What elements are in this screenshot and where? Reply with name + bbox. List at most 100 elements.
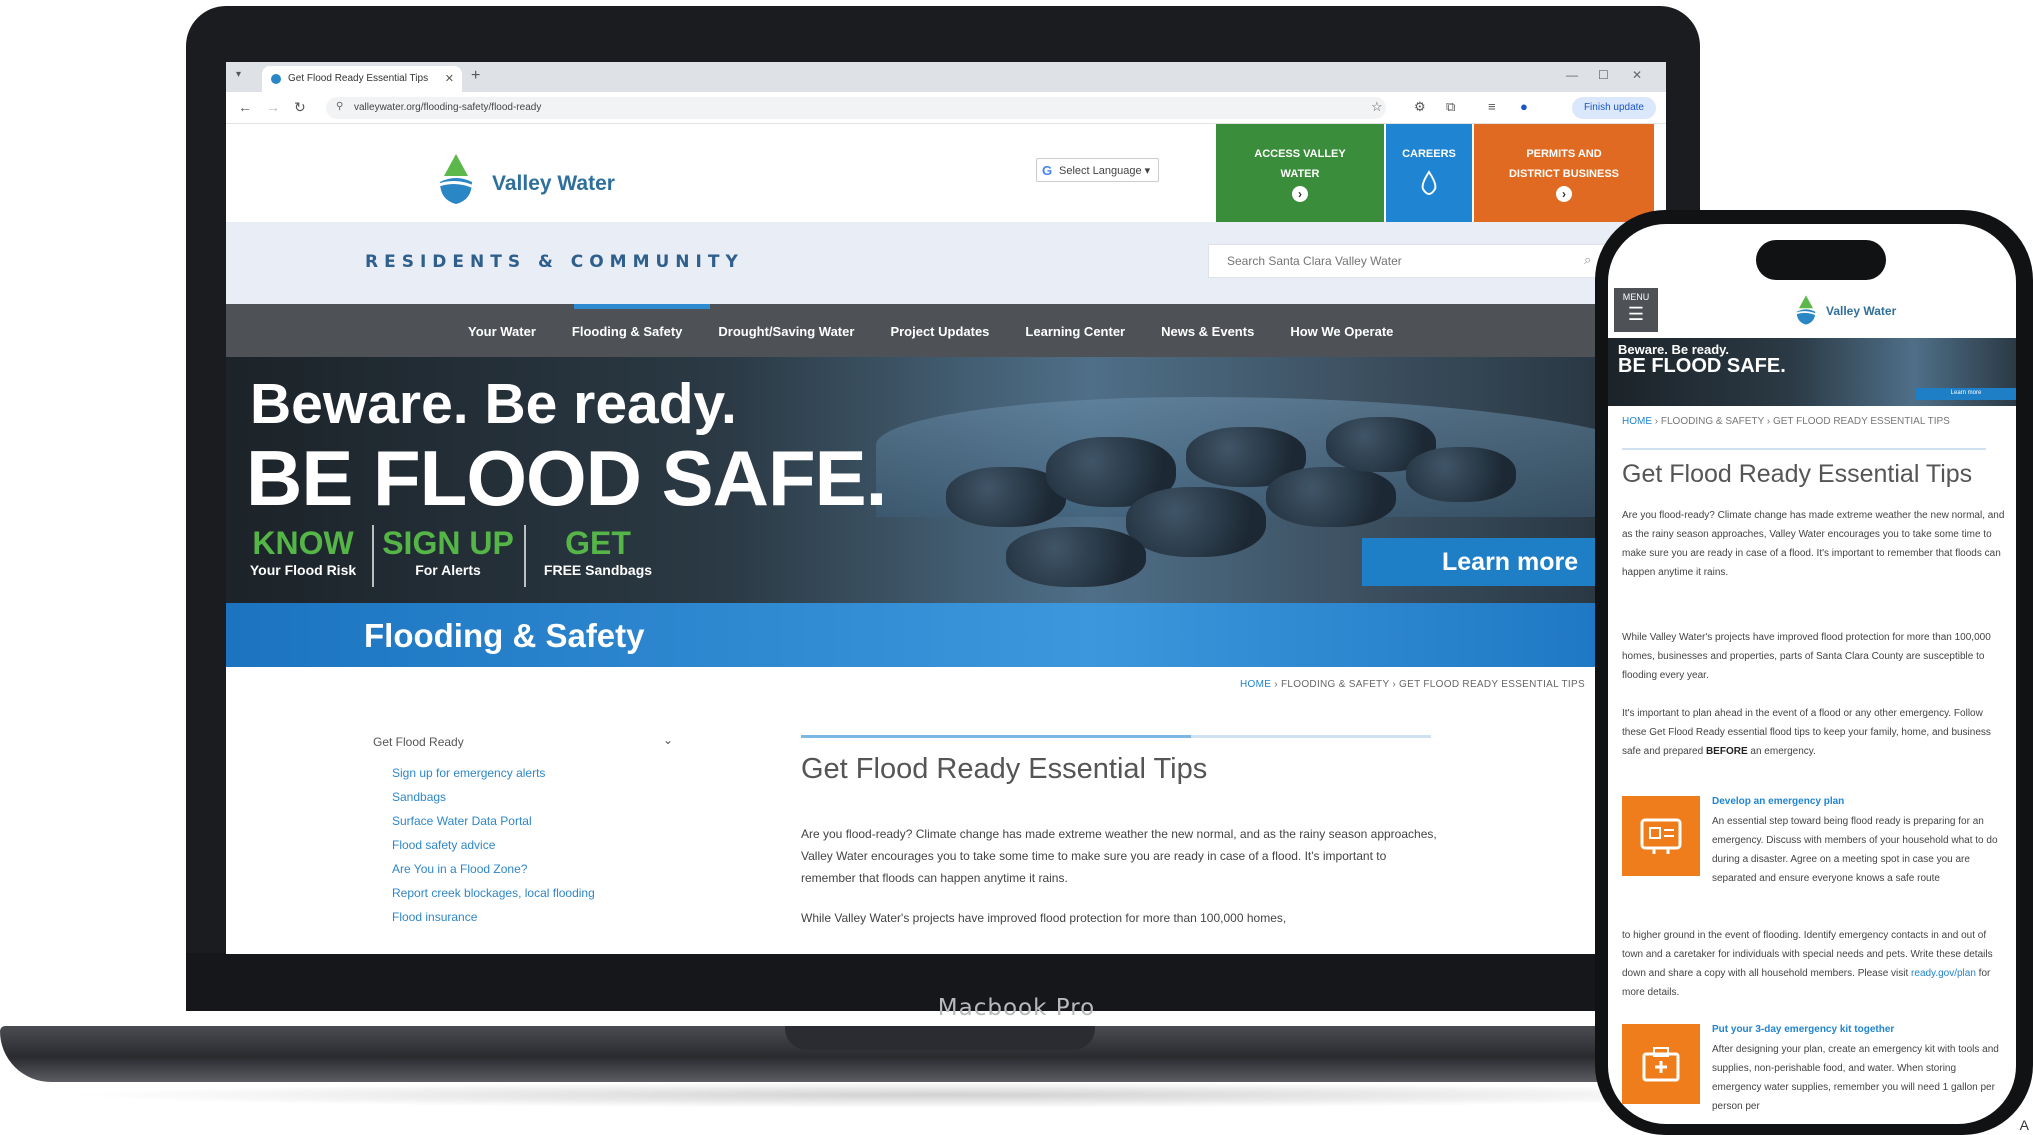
sidebar-heading[interactable]: Get Flood Ready ⌄ — [373, 733, 673, 749]
water-drop-icon — [1421, 170, 1437, 196]
nav-learning-center[interactable]: Learning Center — [1025, 324, 1125, 339]
sidebar-link[interactable]: Flood insurance — [392, 905, 595, 929]
learn-more-button[interactable]: Learn more — [1916, 388, 2016, 400]
puzzle-icon[interactable]: ⧉ — [1446, 99, 1455, 115]
arrow-circle-icon: › — [1292, 186, 1308, 202]
composite-mockup: Macbook Pro ▾ Get Flood Ready Essential … — [0, 0, 2033, 1135]
close-icon[interactable]: ✕ — [445, 72, 454, 85]
language-label: Select Language — [1059, 165, 1142, 177]
page-title: Get Flood Ready Essential Tips — [1622, 460, 1973, 488]
cta-small: Your Flood Risk — [249, 562, 357, 578]
step-title-link[interactable]: Develop an emergency plan — [1712, 796, 1844, 807]
browser-tab[interactable]: Get Flood Ready Essential Tips ✕ — [262, 66, 462, 92]
permits-button[interactable]: PERMITS AND DISTRICT BUSINESS › — [1474, 124, 1654, 222]
cta-big: KNOW — [252, 525, 354, 561]
cta-big: GET — [565, 525, 631, 561]
browser-toolbar: ← → ↻ ⚲ valleywater.org/flooding-safety/… — [226, 92, 1666, 124]
step-body: An essential step toward being flood rea… — [1712, 816, 1998, 884]
button-label: WATER — [1280, 168, 1320, 180]
new-tab-icon[interactable]: + — [471, 67, 480, 85]
hero-cta-know[interactable]: KNOW Your Flood Risk — [248, 525, 358, 578]
site-info-icon[interactable]: ⚲ — [336, 101, 343, 112]
button-label: DISTRICT BUSINESS — [1508, 168, 1619, 180]
mobile-hero-banner[interactable]: Beware. Be ready. BE FLOOD SAFE. Learn m… — [1608, 338, 2016, 406]
step-title-link[interactable]: Put your 3-day emergency kit together — [1712, 1024, 1894, 1035]
nav-news-events[interactable]: News & Events — [1161, 324, 1254, 339]
body-paragraph: While Valley Water's projects have impro… — [1622, 632, 1991, 681]
sidebar-links: Sign up for emergency alerts Sandbags Su… — [392, 761, 595, 929]
nav-project-updates[interactable]: Project Updates — [890, 324, 989, 339]
cta-divider — [524, 525, 526, 587]
media-icon[interactable]: ≡ — [1488, 99, 1496, 114]
address-bar[interactable]: ⚲ valleywater.org/flooding-safety/flood-… — [326, 97, 1386, 119]
nav-your-water[interactable]: Your Water — [468, 324, 536, 339]
careers-button[interactable]: CAREERS — [1386, 124, 1472, 222]
nav-how-we-operate[interactable]: How We Operate — [1290, 324, 1393, 339]
button-label: ACCESS VALLEY — [1254, 148, 1346, 160]
learn-more-button[interactable]: Learn more — [1362, 538, 1602, 586]
search-input[interactable] — [1208, 244, 1628, 278]
breadcrumb-home[interactable]: HOME — [1622, 416, 1652, 427]
maximize-icon[interactable]: ☐ — [1598, 68, 1609, 82]
hero-cta-get[interactable]: GET FREE Sandbags — [538, 525, 658, 578]
profile-icon[interactable]: ● — [1520, 99, 1528, 114]
back-icon[interactable]: ← — [238, 99, 252, 115]
extension-icon[interactable]: ⚙ — [1414, 99, 1426, 115]
tab-title: Get Flood Ready Essential Tips — [288, 73, 429, 84]
search-icon[interactable]: ⌕ — [1584, 252, 1591, 268]
corner-mark: A — [2019, 1117, 2029, 1133]
breadcrumb: HOME › FLOODING & SAFETY › GET FLOOD REA… — [1240, 679, 1585, 690]
reload-icon[interactable]: ↻ — [294, 99, 306, 116]
cta-big: SIGN UP — [382, 525, 514, 561]
nav-flooding-safety[interactable]: Flooding & Safety — [572, 324, 683, 339]
arrow-circle-icon: › — [1556, 186, 1572, 202]
cta-small: For Alerts — [415, 562, 481, 578]
body-paragraph: It's important to plan ahead in the even… — [1622, 704, 2006, 761]
window-close-icon[interactable]: ✕ — [1632, 68, 1642, 82]
chevron-down-icon: ▾ — [1144, 165, 1151, 177]
forward-icon[interactable]: → — [266, 99, 280, 115]
sidebar-link[interactable]: Sandbags — [392, 785, 595, 809]
sandbag-image — [1126, 487, 1266, 557]
sidebar-link[interactable]: Flood safety advice — [392, 833, 595, 857]
language-select[interactable]: G Select Language ▾ — [1036, 158, 1160, 182]
water-drop-logo-icon[interactable] — [1792, 294, 1820, 326]
sidebar-link[interactable]: Sign up for emergency alerts — [392, 761, 595, 785]
title-rule — [801, 735, 1431, 738]
hero-headline: Beware. Be ready. — [250, 372, 737, 436]
sandbag-image — [1266, 467, 1396, 527]
bookmark-star-icon[interactable]: ☆ — [1371, 99, 1383, 115]
hero-subheadline: BE FLOOD SAFE. — [246, 434, 887, 522]
sidebar-link[interactable]: Are You in a Flood Zone? — [392, 857, 595, 881]
main-nav: Your Water Flooding & Safety Drought/Sav… — [226, 304, 1666, 357]
intro-paragraph: Are you flood-ready? Climate change has … — [1622, 510, 2005, 578]
button-label: PERMITS AND — [1526, 148, 1602, 160]
chevron-down-icon: ⌄ — [662, 733, 673, 747]
site-header: Valley Water G Select Language ▾ ACCESS … — [226, 124, 1666, 222]
sidebar-link[interactable]: Surface Water Data Portal — [392, 809, 595, 833]
minimize-icon[interactable]: — — [1566, 68, 1578, 82]
section-banner: Flooding & Safety — [226, 603, 1666, 667]
mobile-menu-button[interactable]: MENU ☰ — [1614, 288, 1658, 332]
phone-screen: MENU ☰ Valley Water Beware. Be ready. BE… — [1608, 224, 2016, 1124]
dynamic-island — [1756, 240, 1886, 280]
hero-banner[interactable]: Beware. Be ready. BE FLOOD SAFE. KNOW Yo… — [226, 357, 1666, 603]
breadcrumb-home[interactable]: HOME — [1240, 679, 1271, 690]
audience-bar: RESIDENTS & COMMUNITY ⌕ — [226, 222, 1666, 304]
nav-drought[interactable]: Drought/Saving Water — [718, 324, 854, 339]
cta-divider — [372, 525, 374, 587]
sidebar-link[interactable]: Report creek blockages, local flooding — [392, 881, 595, 905]
favicon-icon — [271, 74, 281, 84]
step-body: After designing your plan, create an eme… — [1712, 1044, 1999, 1112]
ready-gov-link[interactable]: ready.gov/plan — [1911, 968, 1976, 979]
hero-cta-sign-up[interactable]: SIGN UP For Alerts — [382, 525, 514, 578]
logo-text[interactable]: Valley Water — [1826, 304, 1896, 318]
finish-update-button[interactable]: Finish update — [1571, 97, 1656, 119]
button-label: CAREERS — [1402, 148, 1456, 160]
access-valley-water-button[interactable]: ACCESS VALLEY WATER › — [1216, 124, 1384, 222]
tab-list-icon[interactable]: ▾ — [236, 69, 241, 80]
url-text: valleywater.org/flooding-safety/flood-re… — [354, 102, 542, 113]
laptop-notch — [785, 1026, 1095, 1050]
laptop-shadow — [60, 1082, 1820, 1108]
emphasis-text: BEFORE — [1705, 746, 1748, 757]
